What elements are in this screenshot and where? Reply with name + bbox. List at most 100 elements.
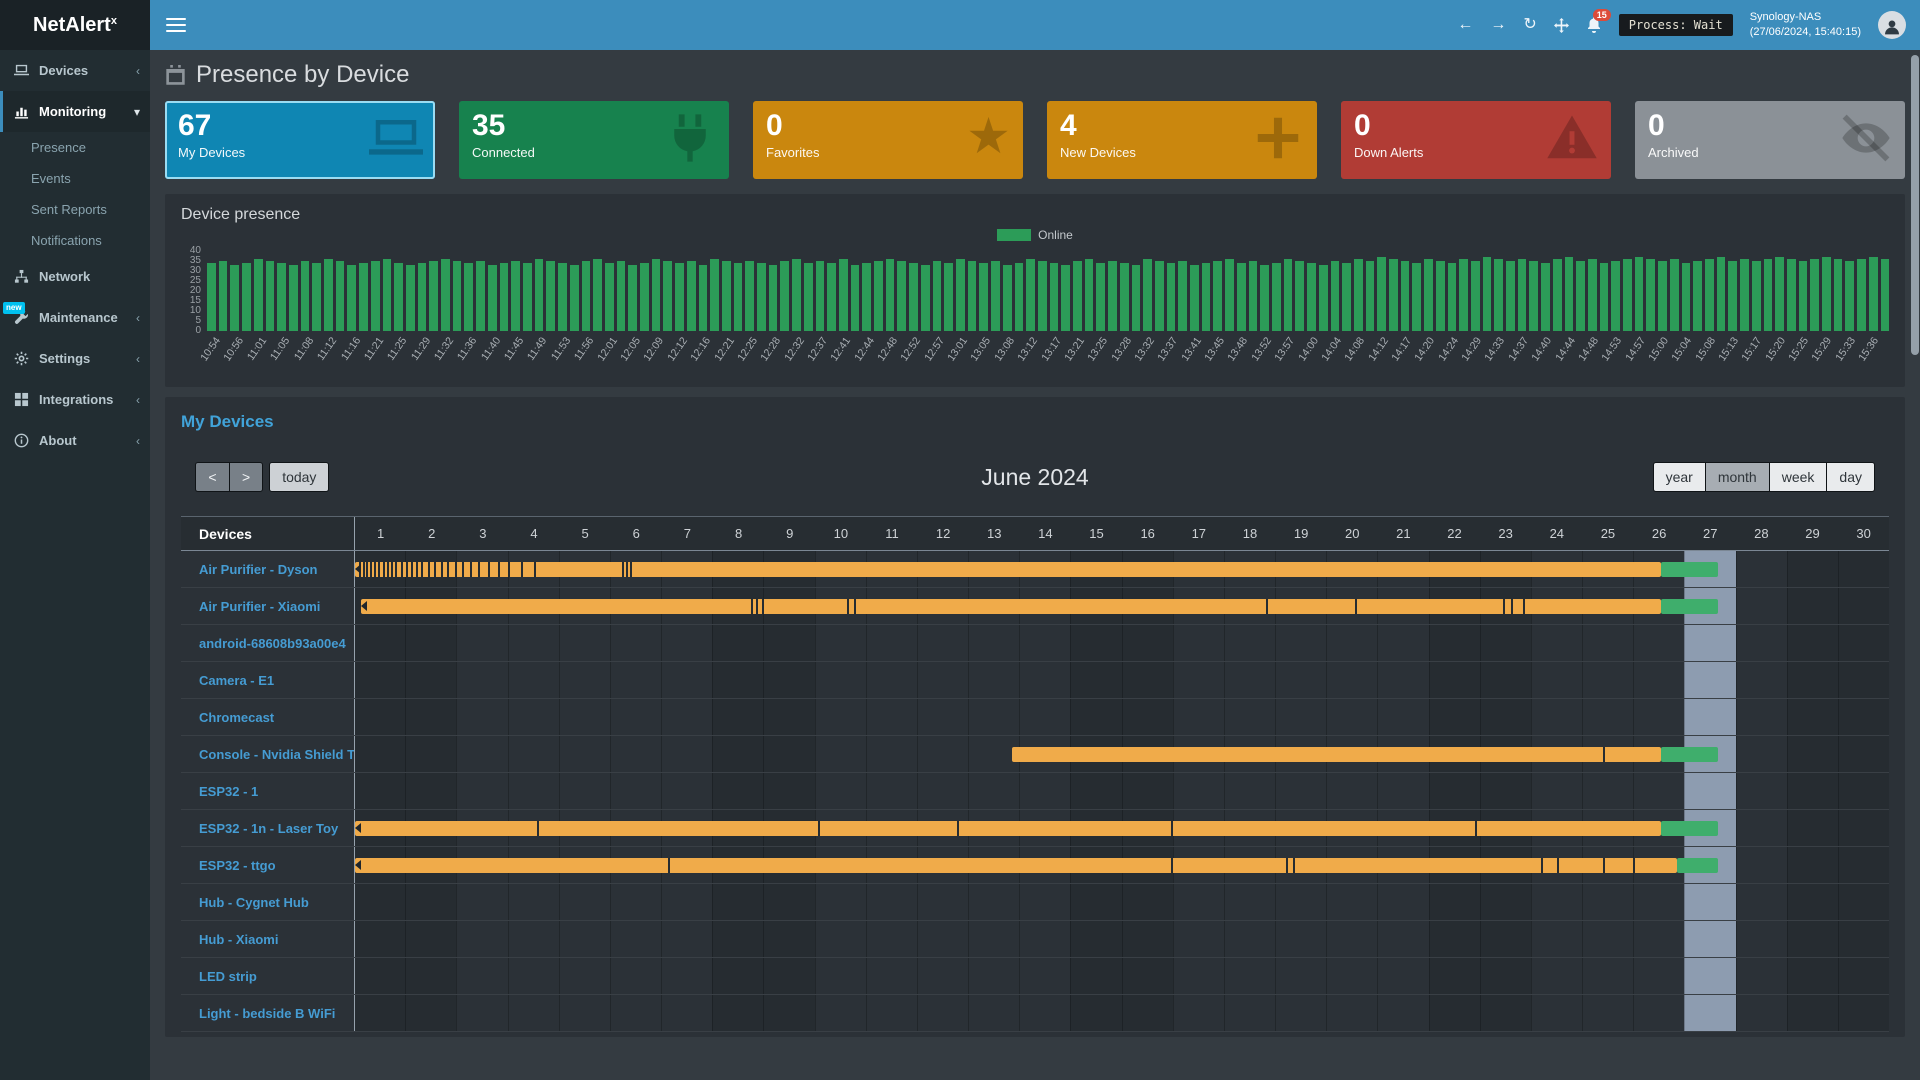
online-bar[interactable] [1307, 263, 1316, 331]
presence-bar[interactable] [355, 821, 1661, 836]
sidebar-subitem-notifications[interactable]: Notifications [0, 225, 150, 256]
online-bar[interactable] [1003, 265, 1012, 331]
online-bar[interactable] [488, 265, 497, 331]
online-bar[interactable] [897, 261, 906, 331]
online-bar[interactable] [464, 263, 473, 331]
online-bar[interactable] [289, 265, 298, 331]
online-bar[interactable] [1436, 261, 1445, 331]
online-bar[interactable] [1834, 259, 1843, 331]
today-button[interactable]: today [269, 462, 329, 492]
online-bar[interactable] [1342, 263, 1351, 331]
stat-tile-new-devices[interactable]: 4New Devices [1047, 101, 1317, 179]
online-bar[interactable] [1015, 263, 1024, 331]
online-bar[interactable] [1225, 259, 1234, 331]
online-bar[interactable] [1096, 263, 1105, 331]
online-bar[interactable] [745, 261, 754, 331]
online-bar[interactable] [1705, 259, 1714, 331]
online-bar[interactable] [570, 265, 579, 331]
online-bar[interactable] [605, 263, 614, 331]
online-bar[interactable] [347, 265, 356, 331]
online-bar[interactable] [1541, 263, 1550, 331]
online-bar[interactable] [1623, 259, 1632, 331]
online-bar[interactable] [1061, 265, 1070, 331]
sidebar-item-maintenance[interactable]: newMaintenance‹ [0, 297, 150, 338]
online-bar[interactable] [394, 263, 403, 331]
online-bar[interactable] [418, 263, 427, 331]
online-bar[interactable] [1331, 261, 1340, 331]
device-name-link[interactable]: Chromecast [181, 699, 355, 735]
online-bar[interactable] [1167, 263, 1176, 331]
online-bar[interactable] [839, 259, 848, 331]
online-bar[interactable] [406, 265, 415, 331]
online-bar[interactable] [1869, 257, 1878, 331]
sidebar-subitem-presence[interactable]: Presence [0, 132, 150, 163]
back-icon[interactable]: ← [1457, 17, 1473, 33]
online-bar[interactable] [1026, 259, 1035, 331]
online-bar[interactable] [1389, 259, 1398, 331]
online-bar[interactable] [804, 263, 813, 331]
online-bar[interactable] [1319, 265, 1328, 331]
online-bar[interactable] [886, 259, 895, 331]
online-bar[interactable] [874, 261, 883, 331]
online-bar[interactable] [429, 261, 438, 331]
online-now-bar[interactable] [1661, 821, 1717, 836]
online-bar[interactable] [1132, 265, 1141, 331]
online-bar[interactable] [336, 261, 345, 331]
stat-tile-connected[interactable]: 35Connected [459, 101, 729, 179]
online-bar[interactable] [663, 261, 672, 331]
online-bar[interactable] [254, 259, 263, 331]
online-bar[interactable] [1471, 261, 1480, 331]
online-bar[interactable] [710, 259, 719, 331]
online-bar[interactable] [535, 259, 544, 331]
online-bar[interactable] [476, 261, 485, 331]
online-bar[interactable] [593, 259, 602, 331]
online-bar[interactable] [1553, 259, 1562, 331]
device-name-link[interactable]: Air Purifier - Dyson [181, 551, 355, 587]
online-bar[interactable] [1272, 263, 1281, 331]
online-bar[interactable] [827, 263, 836, 331]
sidebar-item-monitoring[interactable]: Monitoring▾ [0, 91, 150, 132]
online-bar[interactable] [933, 261, 942, 331]
online-bar[interactable] [1366, 261, 1375, 331]
online-bar[interactable] [1155, 261, 1164, 331]
online-bar[interactable] [230, 265, 239, 331]
online-bar[interactable] [769, 265, 778, 331]
online-bar[interactable] [1178, 261, 1187, 331]
online-bar[interactable] [1518, 259, 1527, 331]
online-bar[interactable] [792, 259, 801, 331]
online-bar[interactable] [862, 263, 871, 331]
online-bar[interactable] [1565, 257, 1574, 331]
move-icon[interactable] [1554, 18, 1569, 33]
online-bar[interactable] [991, 261, 1000, 331]
device-name-link[interactable]: Hub - Xiaomi [181, 921, 355, 957]
app-logo[interactable]: NetAlertx [0, 0, 150, 50]
online-bar[interactable] [1857, 259, 1866, 331]
online-now-bar[interactable] [1661, 562, 1717, 577]
online-bar[interactable] [1845, 261, 1854, 331]
chart-legend[interactable]: Online [181, 228, 1889, 242]
stat-tile-favorites[interactable]: 0Favorites★ [753, 101, 1023, 179]
online-bar[interactable] [1050, 263, 1059, 331]
online-bar[interactable] [1190, 265, 1199, 331]
online-bar[interactable] [1810, 259, 1819, 331]
online-bar[interactable] [757, 263, 766, 331]
device-name-link[interactable]: Light - bedside B WiFi [181, 995, 355, 1031]
online-bar[interactable] [1740, 259, 1749, 331]
online-bar[interactable] [1682, 263, 1691, 331]
sidebar-item-integrations[interactable]: Integrations‹ [0, 379, 150, 420]
online-bar[interactable] [1799, 261, 1808, 331]
online-bar[interactable] [582, 261, 591, 331]
refresh-icon[interactable]: ↻ [1523, 17, 1536, 33]
online-bar[interactable] [371, 261, 380, 331]
online-bar[interactable] [1529, 261, 1538, 331]
online-bar[interactable] [219, 261, 228, 331]
online-bar[interactable] [722, 261, 731, 331]
online-bar[interactable] [1237, 263, 1246, 331]
online-bar[interactable] [1764, 259, 1773, 331]
sidebar-item-about[interactable]: About‹ [0, 420, 150, 461]
sidebar-subitem-events[interactable]: Events [0, 163, 150, 194]
view-year-button[interactable]: year [1653, 462, 1705, 492]
stat-tile-my-devices[interactable]: 67My Devices [165, 101, 435, 179]
online-bar[interactable] [1588, 259, 1597, 331]
process-status-badge[interactable]: Process: Wait [1619, 14, 1733, 36]
